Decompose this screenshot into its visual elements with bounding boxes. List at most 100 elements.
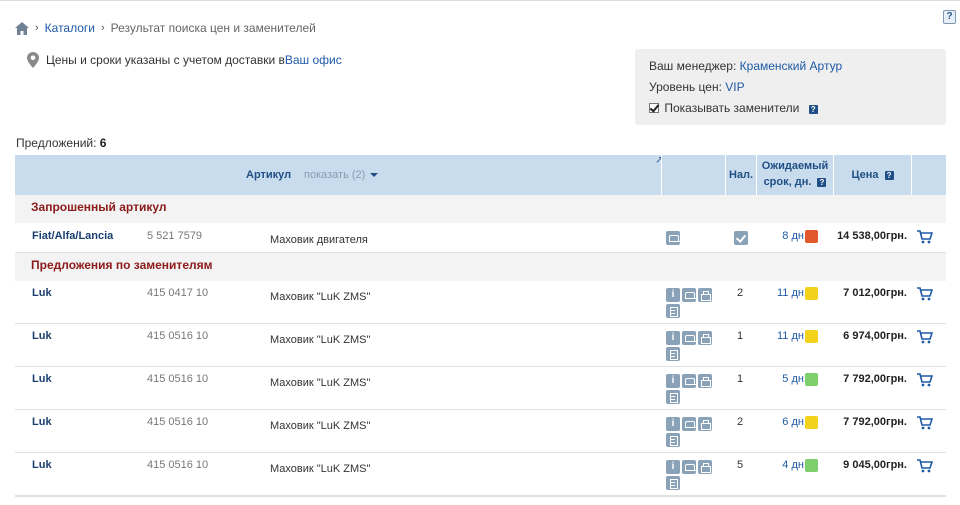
breadcrumb: › Каталоги › Результат поиска цен и заме… (15, 20, 316, 36)
status-badge (805, 330, 818, 343)
show-alternatives-toggle[interactable]: показать (2) (304, 169, 379, 181)
breadcrumb-catalogs-link[interactable]: Каталоги (45, 21, 95, 35)
info-icon[interactable]: i (666, 374, 680, 388)
delivery-term: 11 дн. (776, 287, 807, 299)
price-value: 7 792,00грн. (843, 416, 907, 428)
manager-line: Ваш менеджер: Краменский Артур (649, 56, 932, 77)
article-code: 415 0516 10 (147, 330, 209, 342)
help-icon[interactable]: ? (884, 171, 894, 180)
brand-link[interactable]: Fiat/Alfa/Lancia (32, 230, 113, 242)
table-row: Luk 415 0516 10 Маховик "LuK ZMS" i 5 4 дн. 9 … (15, 453, 946, 496)
bag-icon[interactable] (698, 288, 712, 302)
car-icon[interactable] (666, 231, 681, 245)
stock-quantity: 1 (736, 373, 744, 385)
info-icon[interactable]: i (666, 288, 680, 302)
bag-icon[interactable] (698, 417, 712, 431)
term-column-header: Ожидаемый срок, дн.? (756, 155, 833, 195)
car-icon[interactable] (682, 417, 697, 431)
price-level-link[interactable]: VIP (725, 80, 744, 94)
term-header-line1: Ожидаемый (761, 160, 829, 172)
brand-link[interactable]: Luk (32, 416, 52, 428)
offers-label: Предложений: (16, 136, 100, 150)
top-border (0, 0, 960, 1)
help-icon[interactable]: ? (817, 178, 827, 187)
article-code: 415 0516 10 (147, 459, 209, 471)
car-icon[interactable] (682, 374, 697, 388)
article-code: 415 0417 10 (147, 287, 209, 299)
document-icon[interactable] (666, 476, 680, 490)
delivery-term: 4 дн. (782, 459, 807, 471)
icons-column-header (661, 155, 725, 195)
manager-name-link[interactable]: Краменский Артур (740, 59, 842, 73)
car-icon[interactable] (682, 288, 697, 302)
cart-icon[interactable] (917, 459, 933, 473)
stock-quantity: 1 (736, 330, 744, 342)
status-badge (805, 373, 818, 386)
cart-icon[interactable] (917, 330, 933, 344)
document-icon[interactable] (666, 433, 680, 447)
offers-number: 6 (99, 136, 107, 150)
delivery-term: 6 дн. (782, 416, 807, 428)
cart-icon[interactable] (917, 287, 933, 301)
status-badge (805, 287, 818, 300)
part-description: Маховик "LuK ZMS" (270, 377, 371, 389)
manager-label: Ваш менеджер: (649, 59, 740, 73)
info-icon[interactable]: i (666, 417, 680, 431)
part-description: Маховик двигателя (270, 234, 368, 246)
caret-down-icon (370, 173, 379, 177)
car-icon[interactable] (682, 460, 697, 474)
price-value: 6 974,00грн. (843, 330, 907, 342)
pin-icon (27, 52, 39, 68)
table-bottom-border (15, 496, 946, 497)
cart-icon[interactable] (917, 373, 933, 387)
document-icon[interactable] (666, 304, 680, 318)
help-icon[interactable]: ? (943, 10, 956, 24)
price-value: 7 012,00грн. (843, 287, 907, 299)
price-header-label: Цена (851, 169, 879, 181)
offers-count: Предложений: 6 (16, 136, 106, 150)
article-code: 5 521 7579 (147, 230, 203, 242)
home-icon[interactable] (15, 21, 29, 35)
article-code: 415 0516 10 (147, 416, 209, 428)
breadcrumb-current: Результат поиска цен и заменителей (110, 21, 316, 35)
article-code: 415 0516 10 (147, 373, 209, 385)
delivery-term: 5 дн. (782, 373, 807, 385)
part-description: Маховик "LuK ZMS" (270, 334, 371, 346)
cart-icon[interactable] (917, 230, 933, 244)
bag-icon[interactable] (698, 460, 712, 474)
cart-column-header (911, 155, 946, 195)
document-icon[interactable] (666, 390, 680, 404)
brand-link[interactable]: Luk (32, 459, 52, 471)
table-row: Fiat/Alfa/Lancia 5 521 7579 Маховик двиг… (15, 224, 946, 253)
price-level-line: Уровень цен: VIP (649, 77, 932, 98)
term-header-line2-wrap: срок, дн.? (757, 175, 833, 190)
part-description: Маховик "LuK ZMS" (270, 420, 371, 432)
help-icon[interactable]: ? (808, 105, 818, 114)
show-substitutes-label[interactable]: Показывать заменители (664, 101, 799, 115)
office-link[interactable]: Ваш офис (285, 53, 342, 67)
delivery-term: 8 дн. (782, 230, 807, 242)
row-icons: i (666, 331, 718, 363)
show-substitutes-checkbox[interactable] (649, 103, 659, 113)
document-icon[interactable] (666, 347, 680, 361)
table-row: Luk 415 0417 10 Маховик "LuK ZMS" i 2 11 дн. 7… (15, 281, 946, 324)
table-row: Luk 415 0516 10 Маховик "LuK ZMS" i 1 5 дн. 7 … (15, 367, 946, 410)
show-alternatives-label[interactable]: показать (2) (304, 169, 365, 181)
brand-link[interactable]: Luk (32, 373, 52, 385)
manager-panel: Ваш менеджер: Краменский Артур Уровень ц… (635, 49, 946, 125)
bag-icon[interactable] (698, 374, 712, 388)
price-column-header: Цена? (833, 155, 911, 195)
bag-icon[interactable] (698, 331, 712, 345)
row-icons: i (666, 417, 718, 449)
car-icon[interactable] (682, 331, 697, 345)
info-icon[interactable]: i (666, 331, 680, 345)
brand-link[interactable]: Luk (32, 330, 52, 342)
stock-quantity: 2 (736, 416, 744, 428)
info-icon[interactable]: i (666, 460, 680, 474)
show-substitutes-line: Показывать заменители ? (649, 98, 932, 119)
cart-icon[interactable] (917, 416, 933, 430)
row-icons: i (666, 374, 718, 406)
brand-link[interactable]: Luk (32, 287, 52, 299)
stock-quantity: 5 (736, 459, 744, 471)
price-value: 7 792,00грн. (843, 373, 907, 385)
